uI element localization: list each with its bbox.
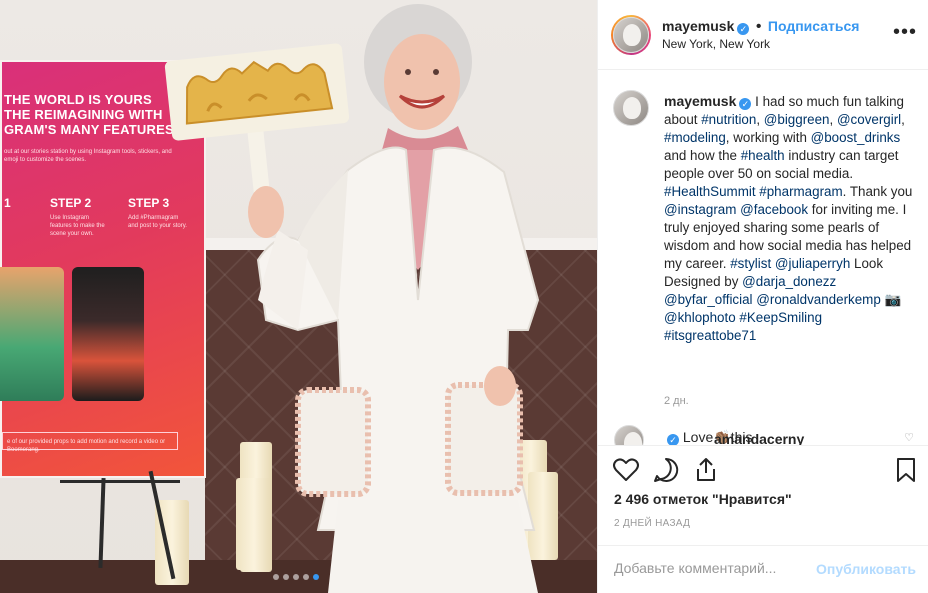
caption-link[interactable]: #nutrition — [701, 112, 756, 127]
caption-link[interactable]: @khlophoto — [664, 310, 736, 325]
caption-link[interactable]: @facebook — [740, 202, 808, 217]
caption-link[interactable]: @ronaldvanderkemp — [756, 292, 881, 307]
caption-link[interactable]: #stylist — [730, 256, 771, 271]
caption-username[interactable]: mayemusk — [664, 93, 736, 109]
caption-fragment: , working with — [725, 130, 811, 145]
caption-link[interactable]: @juliaperryh — [775, 256, 850, 271]
carousel-dot[interactable] — [283, 574, 289, 580]
caption-fragment: and how the — [664, 148, 741, 163]
caption-link[interactable]: @boost_drinks — [811, 130, 901, 145]
post-media[interactable]: THE WORLD IS YOURS THE REIMAGINING WITH … — [0, 0, 597, 593]
easel-leg — [98, 477, 106, 569]
poster-step-1: 1 — [4, 196, 11, 210]
caption-link[interactable]: #KeepSmiling — [739, 310, 822, 325]
share-icon[interactable] — [692, 456, 720, 484]
poster-intro: out at our stories station by using Inst… — [4, 149, 172, 163]
post-sidebar: mayemusk ✓ • Подписаться New York, New Yo… — [597, 0, 928, 593]
likes-count[interactable]: 2 496 отметок "Нравится" — [614, 491, 792, 507]
avatar[interactable] — [613, 17, 649, 53]
separator: • — [755, 18, 762, 35]
more-options-icon[interactable]: ••• — [893, 22, 917, 42]
carousel-dots — [273, 574, 319, 580]
caption-time[interactable]: 2 дн. — [664, 395, 689, 407]
caption-body: I had so much fun talking about #nutriti… — [664, 94, 912, 343]
comment-row: amandacerny ✓ Love👏🏽this ♡ — [614, 425, 914, 445]
caption-link[interactable]: @biggreen — [764, 112, 830, 127]
poster-bottom-box: e of our provided props to add motion an… — [2, 432, 178, 453]
caption-link[interactable]: #pharmagram — [759, 184, 842, 199]
carousel-dot[interactable] — [273, 574, 279, 580]
bookmark-icon[interactable] — [892, 456, 920, 484]
verified-icon: ✓ — [739, 98, 752, 110]
heart-icon[interactable] — [612, 456, 640, 484]
caption-avatar[interactable] — [613, 90, 649, 126]
post-header: mayemusk ✓ • Подписаться New York, New Yo… — [598, 0, 928, 70]
poster-phone-1 — [0, 267, 64, 401]
post-date[interactable]: 2 ДНЕЙ НАЗАД — [614, 518, 690, 529]
carousel-dot[interactable] — [303, 574, 309, 580]
comment-like-icon[interactable]: ♡ — [904, 431, 914, 444]
verified-icon: ✓ — [667, 434, 679, 445]
person-photo — [248, 4, 540, 593]
carousel-dot[interactable] — [293, 574, 299, 580]
comment-composer: Опубликовать — [598, 545, 928, 593]
action-bar — [598, 445, 928, 493]
follow-button[interactable]: Подписаться — [768, 18, 860, 34]
caption-fragment: , — [829, 112, 837, 127]
easel-bar — [60, 480, 180, 483]
caption-link[interactable]: #HealthSummit — [664, 184, 756, 199]
caption-fragment: , — [756, 112, 764, 127]
poster-phone-2 — [72, 267, 144, 401]
caption-link[interactable]: @byfar_official — [664, 292, 753, 307]
caption-link[interactable]: #modeling — [664, 130, 726, 145]
publish-button[interactable]: Опубликовать — [816, 561, 916, 577]
comments-list[interactable]: mayemusk ✓ I had so much fun talking abou… — [598, 70, 928, 445]
caption-link[interactable]: #itsgreattobe71 — [664, 328, 756, 343]
caption-fragment: , — [901, 112, 905, 127]
comment-input[interactable] — [614, 560, 804, 576]
poster-step-3: STEP 3 — [128, 196, 170, 210]
header-line: mayemusk ✓ • Подписаться — [662, 18, 859, 36]
poster-step-2-text: Use Instagram features to make the scene… — [50, 215, 105, 237]
caption-link[interactable]: @instagram — [664, 202, 736, 217]
location-link[interactable]: New York, New York — [662, 37, 770, 51]
commenter-username[interactable]: amandacerny — [714, 431, 804, 445]
caption-link[interactable]: @darja_donezz — [742, 274, 836, 289]
comment-line: amandacerny ✓ Love👏🏽this — [664, 429, 804, 445]
commenter-avatar[interactable] — [614, 425, 644, 445]
carousel-dot[interactable] — [313, 574, 319, 580]
caption-fragment: 📷 — [880, 292, 902, 307]
verified-icon: ✓ — [737, 23, 750, 35]
caption-fragment: . Thank you — [842, 184, 913, 199]
caption-text: mayemusk ✓ I had so much fun talking abou… — [664, 92, 914, 345]
header-username[interactable]: mayemusk — [662, 18, 734, 34]
comment-icon[interactable] — [652, 456, 680, 484]
poster-step-3-text: Add #Pharmagram and post to your story. — [128, 215, 187, 229]
caption-link[interactable]: @covergirl — [837, 112, 901, 127]
poster-step-2: STEP 2 — [50, 196, 92, 210]
poster-headline: THE WORLD IS YOURS THE REIMAGINING WITH … — [4, 92, 174, 137]
caption-link[interactable]: #health — [741, 148, 785, 163]
